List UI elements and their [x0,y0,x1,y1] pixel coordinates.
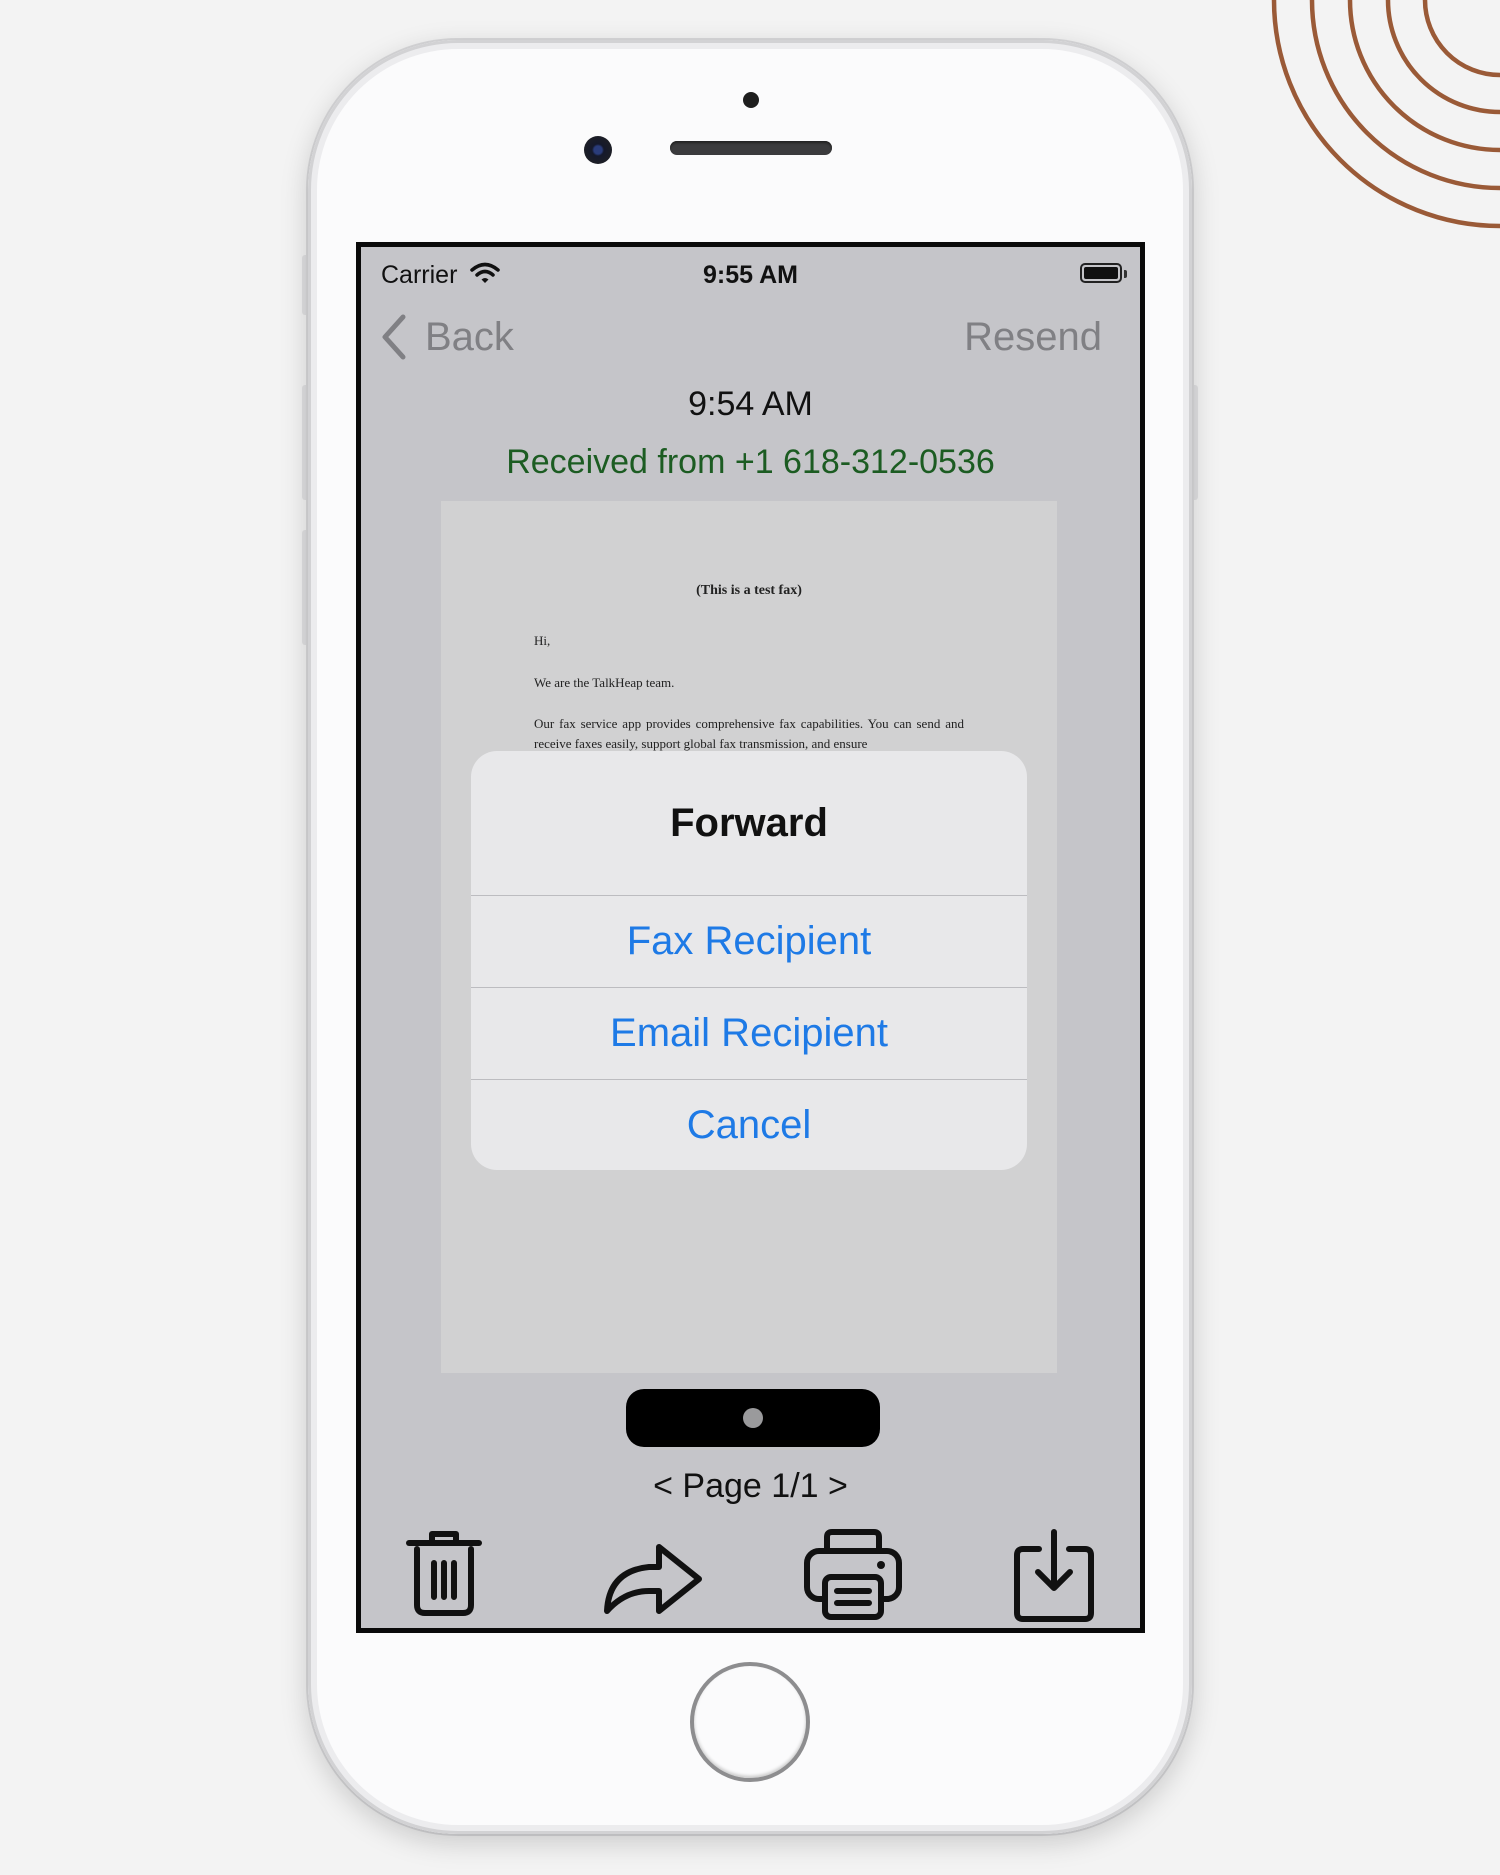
alert-title: Forward [670,800,828,845]
front-camera [584,136,612,164]
download-icon[interactable] [1011,1527,1097,1624]
trash-icon[interactable] [404,1527,484,1622]
earpiece-speaker [670,141,832,155]
fax-recipient-button[interactable]: Fax Recipient [471,895,1027,987]
bottom-toolbar [361,1527,1140,1628]
printer-icon[interactable] [801,1527,905,1622]
phone-screen: Carrier 9:55 AM Back Resend 9:54 AM Rece… [356,242,1145,1633]
email-recipient-button[interactable]: Email Recipient [471,987,1027,1079]
page-dot [743,1408,763,1428]
page-indicator [626,1389,880,1447]
cancel-button[interactable]: Cancel [471,1079,1027,1170]
share-forward-icon[interactable] [599,1527,709,1622]
page-label[interactable]: < Page 1/1 > [361,1467,1140,1506]
forward-alert: Forward Fax Recipient Email Recipient Ca… [471,751,1027,1170]
home-button[interactable] [690,1662,810,1782]
proximity-sensor [743,92,759,108]
